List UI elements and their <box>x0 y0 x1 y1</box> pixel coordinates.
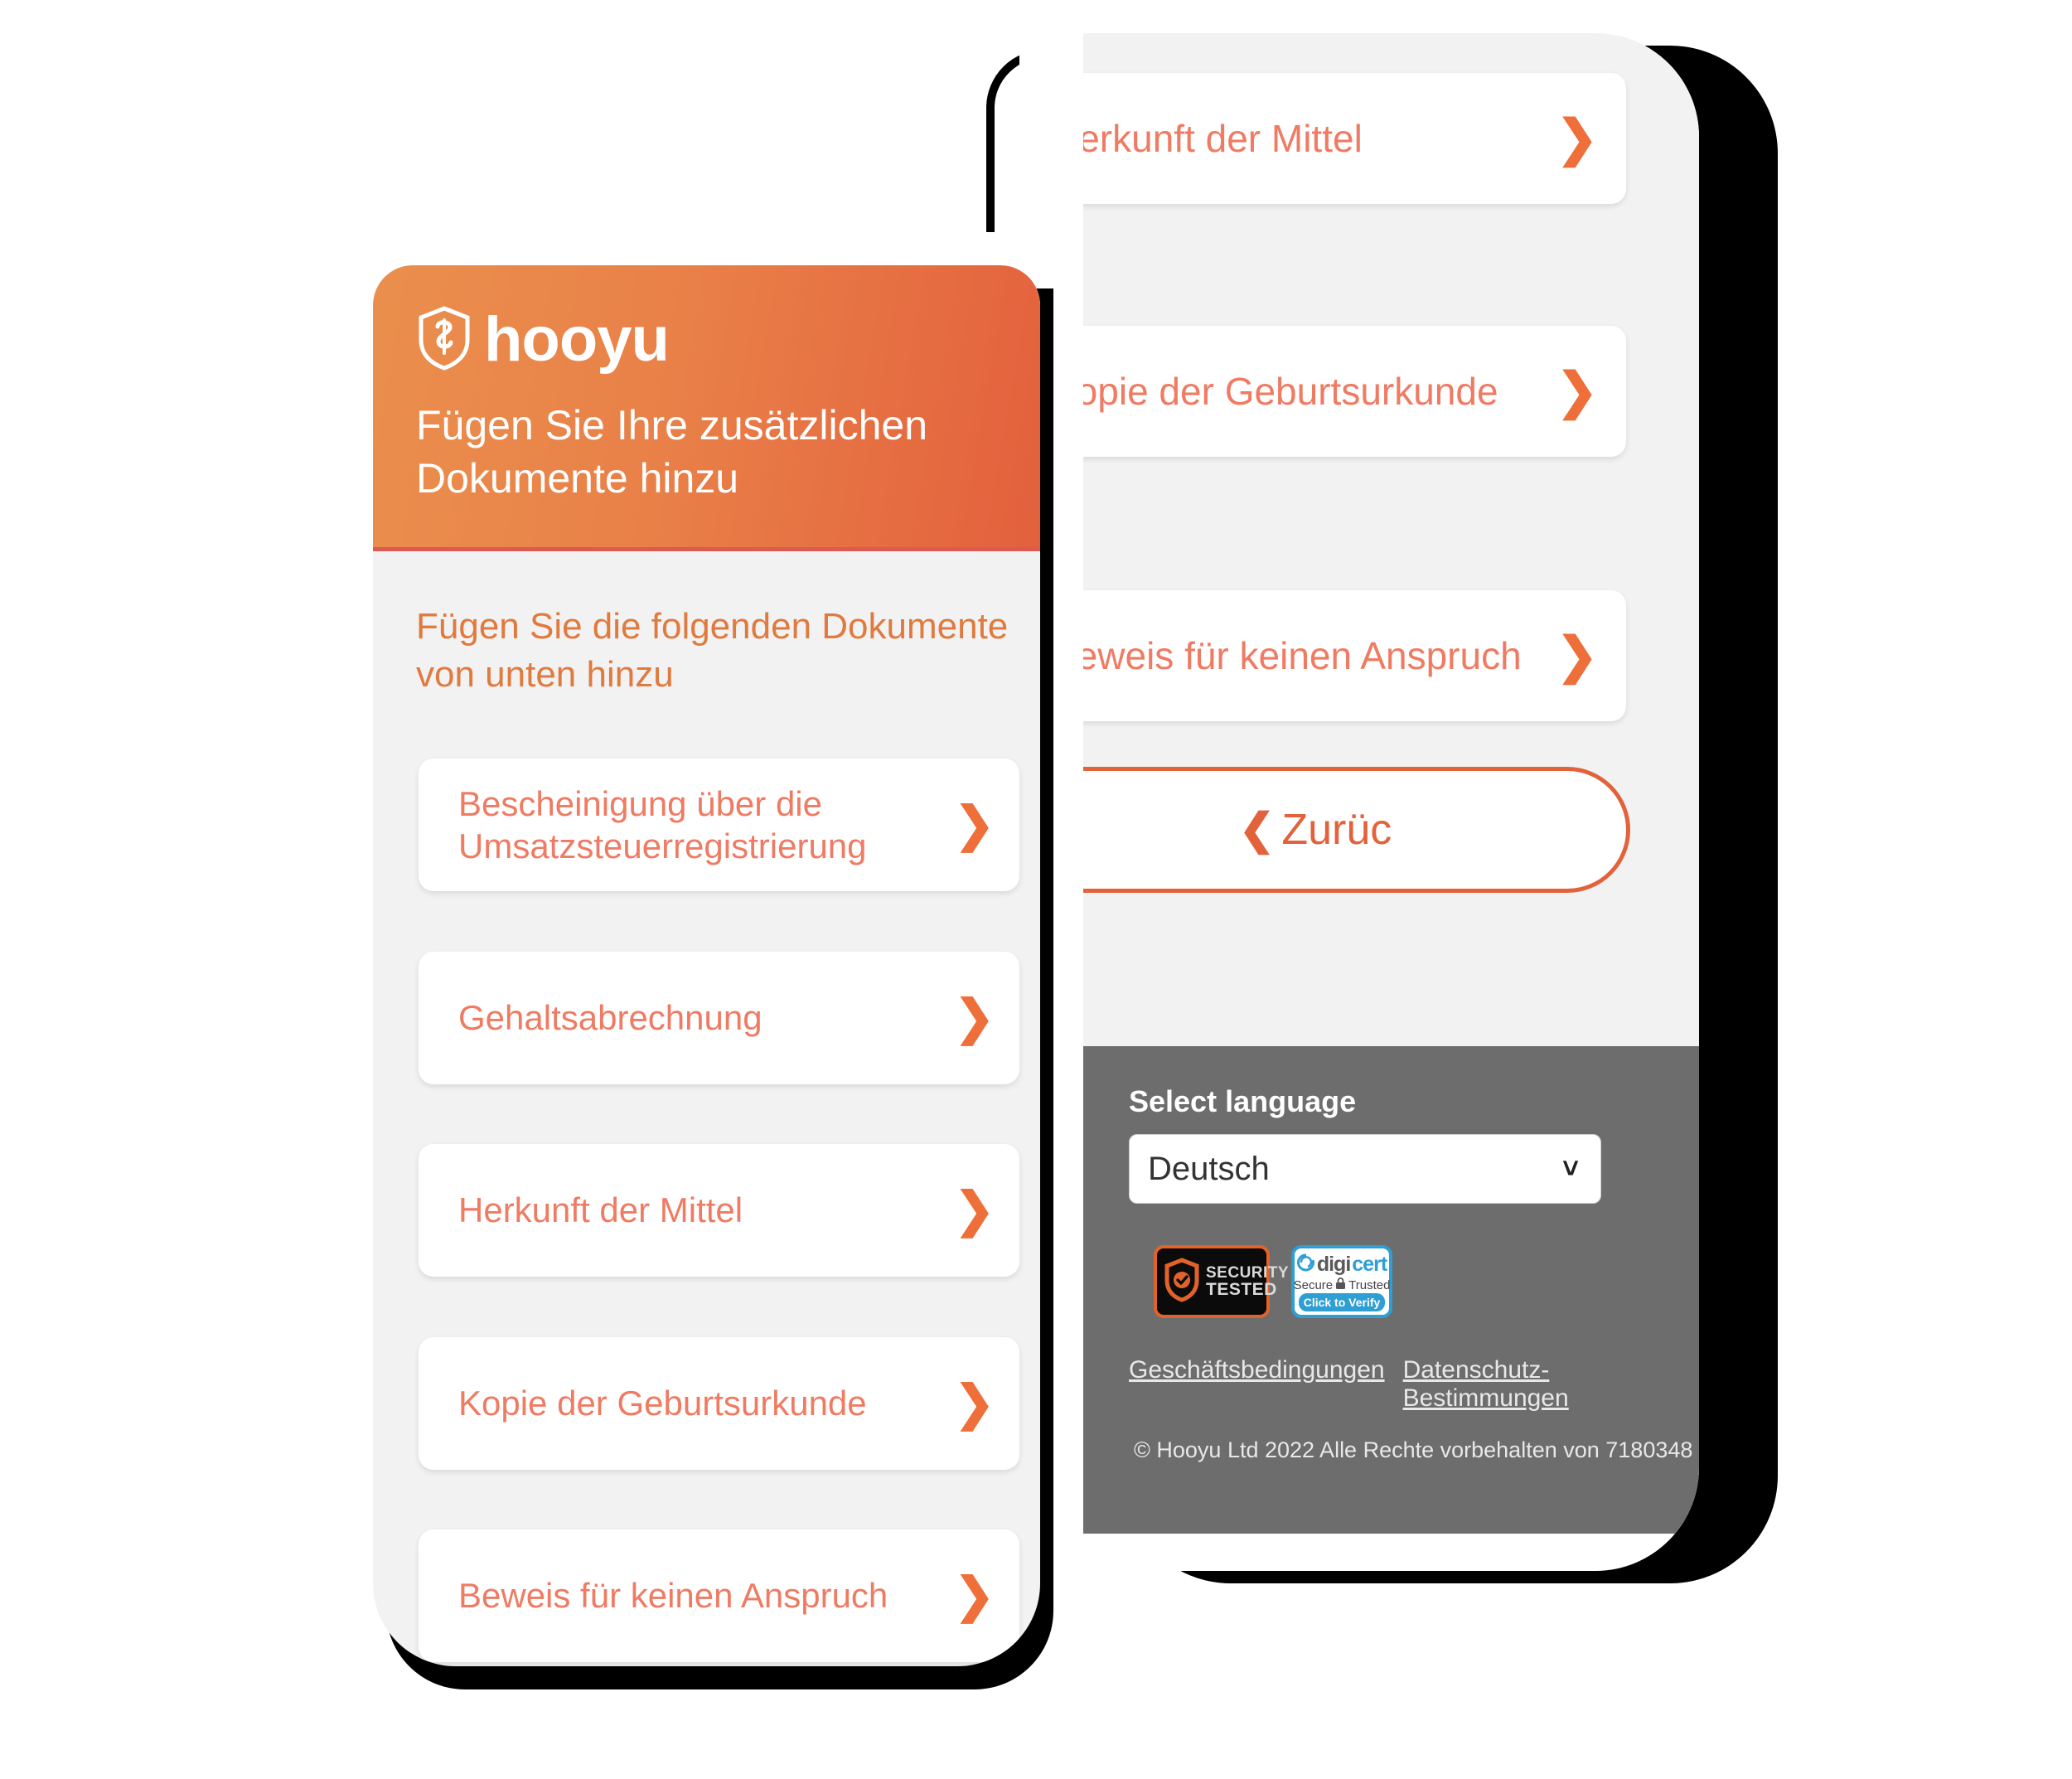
digicert-verify-button[interactable]: Click to Verify <box>1299 1293 1385 1311</box>
footer-links: Geschäftsbedingungen Datenschutz-Bestimm… <box>1129 1356 1699 1413</box>
back-document-item-2[interactable]: Beweis für keinen Anspruch ❯ <box>1083 590 1626 721</box>
chevron-right-icon: ❯ <box>954 1183 995 1237</box>
chevron-right-icon: ❯ <box>954 797 995 851</box>
document-item-0[interactable]: Bescheinigung über die Umsatzsteuerregis… <box>419 759 1019 891</box>
document-label: Gehaltsabrechnung <box>458 998 762 1038</box>
security-badge-line1: SECURITY <box>1206 1264 1290 1282</box>
document-item-4[interactable]: Beweis für keinen Anspruch ❯ <box>419 1529 1019 1662</box>
brand-name: hooyu <box>484 304 670 376</box>
chevron-right-icon: ❯ <box>954 1376 995 1430</box>
back-document-item-1[interactable]: Kopie der Geburtsurkunde ❯ <box>1083 326 1626 457</box>
chevron-right-icon: ❯ <box>954 1568 995 1622</box>
language-select-value: Deutsch <box>1148 1150 1270 1187</box>
digicert-trusted-label: Trusted <box>1348 1277 1391 1292</box>
security-badge-line2: TESTED <box>1206 1280 1277 1299</box>
terms-link[interactable]: Geschäftsbedingungen <box>1129 1356 1385 1413</box>
back-document-label: Herkunft der Mittel <box>1083 116 1363 160</box>
language-select[interactable]: Deutsch ˅ <box>1129 1134 1601 1204</box>
digicert-word1: digi <box>1316 1253 1351 1276</box>
back-phone-frame: Herkunft der Mittel ❯ Kopie der Geburtsu… <box>986 33 1699 1571</box>
lock-icon <box>1335 1277 1346 1293</box>
digicert-logo-icon <box>1296 1253 1315 1276</box>
digicert-badge[interactable]: digi cert Secure Trusted Click to Verify <box>1291 1245 1392 1318</box>
shield-icon <box>416 305 472 376</box>
document-label: Kopie der Geburtsurkunde <box>458 1384 867 1423</box>
chevron-right-icon: ❯ <box>1556 363 1598 419</box>
privacy-link[interactable]: Datenschutz-Bestimmungen <box>1403 1356 1699 1413</box>
brand-logo: hooyu <box>416 305 1040 376</box>
digicert-word2: cert <box>1352 1253 1387 1276</box>
document-label: Beweis für keinen Anspruch <box>458 1576 888 1616</box>
app-header: hooyu Fügen Sie Ihre zusätzlichen Dokume… <box>373 265 1040 551</box>
chevron-left-icon: ❮ <box>1238 806 1276 854</box>
chevron-down-icon: ˅ <box>1562 1152 1579 1185</box>
page-subtitle: Fügen Sie die folgenden Dokumente von un… <box>416 606 1009 696</box>
copyright-text: © Hooyu Ltd 2022 Alle Rechte vorbehalten… <box>1134 1437 1693 1462</box>
document-label: Herkunft der Mittel <box>458 1190 743 1230</box>
select-language-label: Select language <box>1129 1084 1357 1118</box>
front-phone-screen: hooyu Fügen Sie Ihre zusätzlichen Dokume… <box>373 265 1040 1666</box>
document-label: Bescheinigung über die Umsatzsteuerregis… <box>458 783 867 865</box>
trust-badges: SECURITY TESTED digi cert Secure Trusted… <box>1154 1245 1699 1318</box>
back-button[interactable]: ❮ Zurüc <box>1083 767 1630 893</box>
chevron-right-icon: ❯ <box>954 991 995 1045</box>
page-title: Fügen Sie Ihre zusätzlichen Dokumente hi… <box>416 402 928 502</box>
shield-check-icon <box>1164 1257 1200 1306</box>
back-document-label: Kopie der Geburtsurkunde <box>1083 369 1498 413</box>
document-item-1[interactable]: Gehaltsabrechnung ❯ <box>419 952 1019 1084</box>
document-item-3[interactable]: Kopie der Geburtsurkunde ❯ <box>419 1337 1019 1470</box>
back-button-label: Zurüc <box>1281 806 1392 854</box>
footer-panel: Select language Deutsch ˅ SECURITY TESTE… <box>1083 1046 1699 1534</box>
back-document-item-0[interactable]: Herkunft der Mittel ❯ <box>1083 73 1626 204</box>
chevron-right-icon: ❯ <box>1556 110 1598 166</box>
digicert-secure-label: Secure <box>1293 1277 1334 1292</box>
chevron-right-icon: ❯ <box>1556 628 1598 683</box>
security-tested-badge[interactable]: SECURITY TESTED <box>1154 1245 1289 1318</box>
back-document-label: Beweis für keinen Anspruch <box>1083 633 1522 677</box>
document-item-2[interactable]: Herkunft der Mittel ❯ <box>419 1144 1019 1277</box>
